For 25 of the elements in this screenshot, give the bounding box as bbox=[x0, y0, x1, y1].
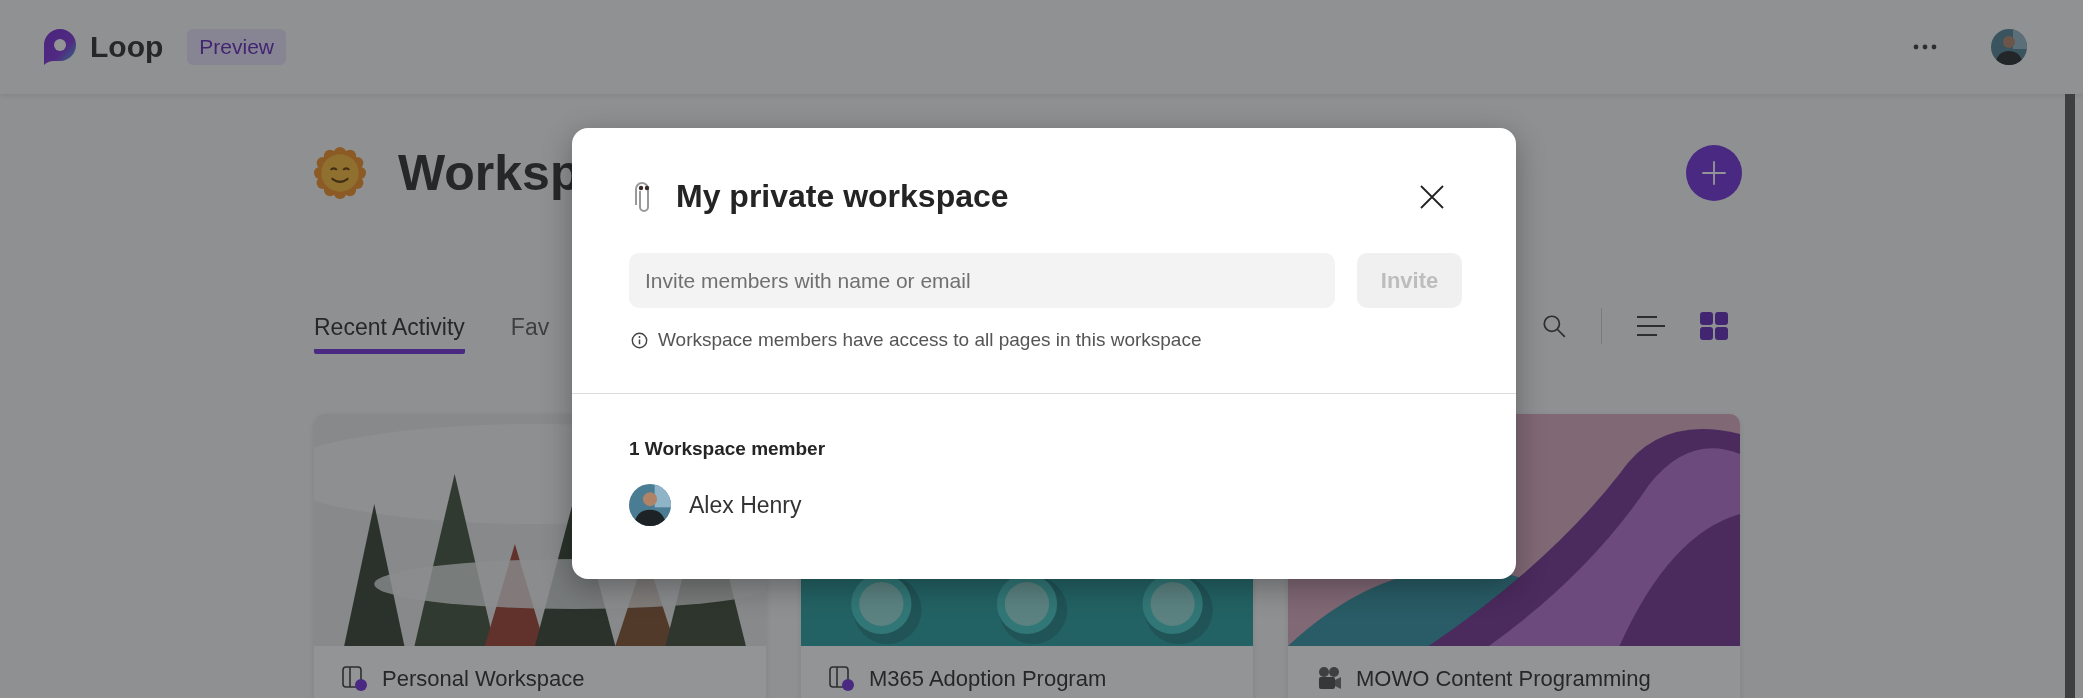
list-view-icon[interactable] bbox=[1636, 314, 1666, 338]
dialog-title: My private workspace bbox=[676, 178, 1009, 215]
tab[interactable]: Fav bbox=[510, 306, 550, 354]
page-title: Worksp bbox=[398, 144, 581, 202]
more-icon[interactable] bbox=[1913, 44, 1937, 50]
info-icon bbox=[631, 331, 648, 349]
card-title: MOWO Content Programming bbox=[1356, 666, 1651, 692]
user-avatar[interactable] bbox=[1991, 29, 2027, 65]
workspace-icon bbox=[342, 666, 368, 692]
preview-badge: Preview bbox=[187, 29, 286, 65]
plus-icon bbox=[1700, 159, 1728, 187]
smiling-sun-icon bbox=[314, 147, 366, 199]
card-title: M365 Adoption Program bbox=[869, 666, 1107, 692]
search-icon[interactable] bbox=[1541, 313, 1567, 339]
info-text: Workspace members have access to all pages in this workspace bbox=[658, 329, 1202, 351]
grid-view-icon[interactable] bbox=[1700, 312, 1728, 340]
workspace-icon bbox=[829, 666, 855, 692]
card-title: Personal Workspace bbox=[382, 666, 585, 692]
add-button[interactable] bbox=[1686, 145, 1742, 201]
film-camera-icon bbox=[1316, 666, 1342, 692]
tab[interactable]: Recent Activity bbox=[314, 306, 465, 354]
scrollbar[interactable] bbox=[2065, 94, 2075, 698]
app-name: Loop bbox=[90, 30, 164, 64]
member-avatar bbox=[629, 484, 671, 526]
close-icon[interactable] bbox=[1420, 184, 1444, 209]
